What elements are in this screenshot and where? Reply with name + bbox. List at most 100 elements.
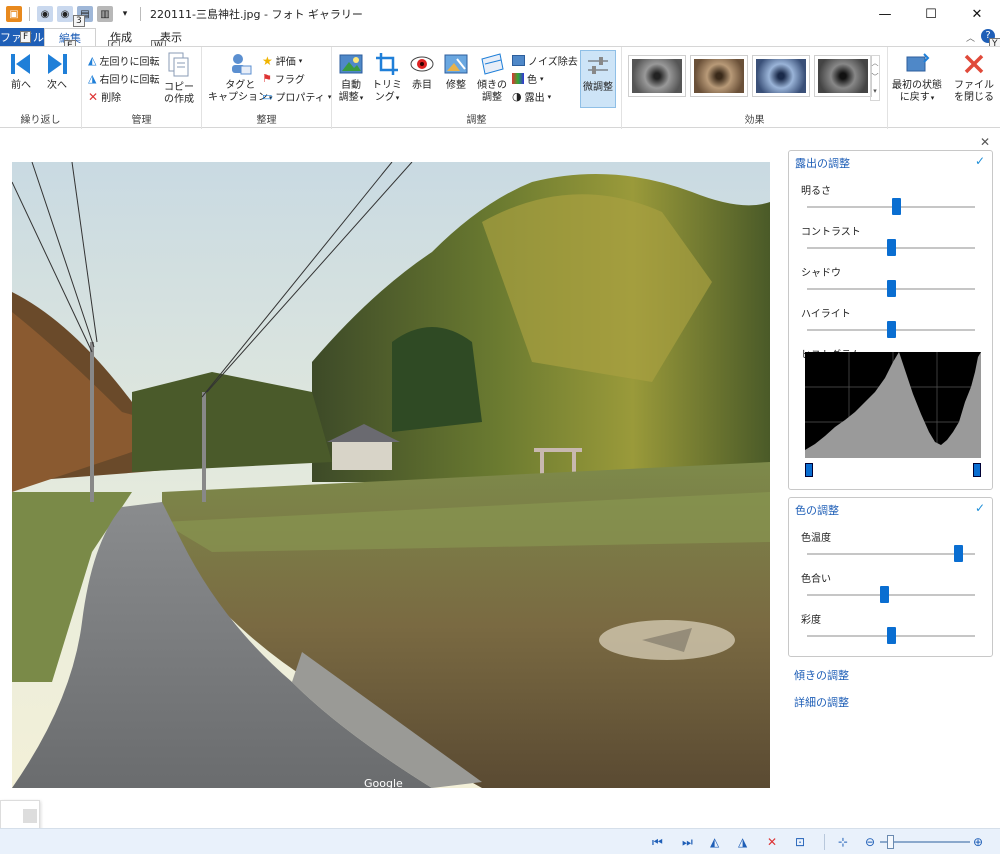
highlight-slider[interactable]: [807, 321, 975, 338]
color-label: 色: [527, 75, 537, 86]
rotate-left-label: 左回りに回転: [99, 57, 160, 68]
rotate-right-button[interactable]: ◮ 右回りに回転: [88, 71, 159, 86]
exposure-button[interactable]: ◑ 露出 ▾: [512, 89, 551, 104]
rotate-left-button[interactable]: ◭ 左回りに回転: [88, 53, 159, 68]
copy-icon: [168, 52, 189, 77]
delete-icon: ✕: [88, 89, 99, 104]
photo-view: Google: [12, 162, 770, 788]
rotate-right-icon[interactable]: ◮: [738, 835, 747, 849]
effect-bw[interactable]: [628, 55, 686, 97]
last-icon[interactable]: ⏭: [682, 835, 693, 850]
group-effects: ︿ ﹀ ▾ 効果: [622, 47, 888, 129]
shadow-slider[interactable]: [807, 280, 975, 297]
redeye-button[interactable]: 赤目: [409, 51, 435, 92]
noise-button[interactable]: ノイズ除去: [512, 53, 578, 68]
temperature-thumb[interactable]: [954, 545, 963, 562]
histogram-left-handle[interactable]: [805, 463, 813, 477]
tilt-adjust-link[interactable]: 傾きの調整: [794, 667, 849, 683]
tab-create[interactable]: 作成: [96, 28, 146, 46]
prev-button[interactable]: 前へ: [8, 51, 34, 92]
tag-icon: [232, 54, 252, 75]
maximize-button[interactable]: ☐: [908, 0, 954, 28]
properties-icon: ▭: [262, 90, 273, 103]
close-file-button[interactable]: ファイル を閉じる: [954, 51, 994, 104]
zoom-in-icon[interactable]: ⊕: [973, 835, 983, 849]
contrast-thumb[interactable]: [887, 239, 896, 256]
delete-icon[interactable]: ✕: [767, 835, 777, 849]
color-panel: 色の調整 ✓ 色温度 色合い 彩度: [788, 497, 993, 657]
effects-scroll[interactable]: ︿ ﹀ ▾: [870, 55, 880, 101]
highlight-thumb[interactable]: [887, 321, 896, 338]
next-button[interactable]: 次へ: [44, 51, 70, 92]
rotate-left-icon[interactable]: ◭: [710, 835, 719, 849]
tint-slider[interactable]: [807, 586, 975, 603]
brightness-slider[interactable]: [807, 198, 975, 215]
redeye-label: 赤目: [412, 80, 432, 91]
auto-adjust-button[interactable]: 自動 調整 ▾: [338, 51, 364, 104]
auto-adjust-icon: [339, 54, 363, 74]
revert-label-2: に戻す: [899, 92, 930, 103]
flag-button[interactable]: ⚑ フラグ: [262, 71, 305, 86]
tilt-button[interactable]: 傾きの 調整: [477, 51, 507, 104]
actual-size-icon[interactable]: ⊹: [838, 835, 848, 849]
close-window-button[interactable]: ✕: [954, 0, 1000, 28]
zoom-slider[interactable]: [880, 835, 970, 849]
histogram-right-handle[interactable]: [973, 463, 981, 477]
panel-close-icon[interactable]: ✕: [980, 135, 990, 149]
effect-sepia[interactable]: [690, 55, 748, 97]
zoom-thumb[interactable]: [887, 835, 894, 849]
first-icon[interactable]: ⏮: [652, 835, 663, 850]
trim-label-1: トリミ: [372, 80, 402, 91]
fine-tune-label: 微調整: [583, 82, 613, 93]
rating-button[interactable]: ★ 評価 ▾: [262, 53, 302, 69]
saturation-slider[interactable]: [807, 627, 975, 644]
copy-button[interactable]: コピー の作成: [164, 51, 194, 106]
temperature-slider[interactable]: [807, 545, 975, 562]
revert-label-1: 最初の状態: [892, 80, 942, 91]
delete-button[interactable]: ✕ 削除: [88, 89, 121, 105]
tag-label-2: キャプション: [208, 92, 268, 103]
qa-undo-icon[interactable]: ◉: [57, 6, 73, 22]
keytip-file: F: [20, 31, 32, 43]
color-button[interactable]: 色 ▾: [512, 71, 544, 86]
thumbnail-preview: [23, 809, 37, 823]
properties-button[interactable]: ▭ プロパティ ▾: [262, 89, 331, 104]
trim-button[interactable]: トリミ ング ▾: [372, 51, 402, 104]
fine-tune-button[interactable]: 微調整: [580, 50, 616, 108]
properties-label: プロパティ: [275, 93, 325, 104]
saturation-thumb[interactable]: [887, 627, 896, 644]
brightness-thumb[interactable]: [892, 198, 901, 215]
shadow-label: シャドウ: [801, 268, 841, 279]
effect-cyan[interactable]: [752, 55, 810, 97]
bottom-separator: [824, 834, 825, 850]
group-label-adjust: 調整: [466, 115, 487, 126]
qa-customize-icon[interactable]: ▾: [117, 6, 133, 22]
tint-thumb[interactable]: [880, 586, 889, 603]
minimize-button[interactable]: —: [862, 0, 908, 28]
detail-adjust-link[interactable]: 詳細の調整: [794, 694, 849, 710]
bottom-toolbar: ⏮ ⏭ ◭ ◮ ✕ ⊡ ⊹ ⊖ ⊕: [0, 828, 1000, 854]
color-panel-title[interactable]: 色の調整: [795, 502, 839, 518]
exposure-panel-title[interactable]: 露出の調整: [795, 155, 850, 171]
revert-button[interactable]: 最初の状態 に戻す ▾: [892, 51, 942, 104]
auto-label-row: 調整 ▾: [339, 92, 364, 104]
retouch-button[interactable]: 修整: [443, 51, 469, 92]
zoom-out-icon[interactable]: ⊖: [865, 835, 875, 849]
ribbon-collapse-icon[interactable]: ︿: [966, 31, 975, 44]
shadow-thumb[interactable]: [887, 280, 896, 297]
rotate-left-icon: ◭: [88, 54, 97, 67]
chevron-down-icon: ▾: [359, 94, 364, 102]
auto-label-2: 調整: [338, 92, 359, 103]
effect-gray[interactable]: [814, 55, 872, 97]
group-revert: 最初の状態 に戻す ▾ ファイル を閉じる: [888, 47, 1000, 129]
quick-access-toolbar: ▣ ◉ ◉ ▤ ▥ ▾: [0, 0, 144, 28]
qa-save-icon[interactable]: ◉: [37, 6, 53, 22]
flag-label: フラグ: [274, 75, 305, 86]
next-icon: [48, 54, 67, 74]
qa-print-icon[interactable]: ▥: [97, 6, 113, 22]
slideshow-icon[interactable]: ⊡: [795, 835, 805, 849]
contrast-label: コントラスト: [801, 227, 861, 238]
contrast-slider[interactable]: [807, 239, 975, 256]
group-label-manage: 管理: [131, 115, 152, 126]
star-icon: ★: [262, 53, 273, 68]
